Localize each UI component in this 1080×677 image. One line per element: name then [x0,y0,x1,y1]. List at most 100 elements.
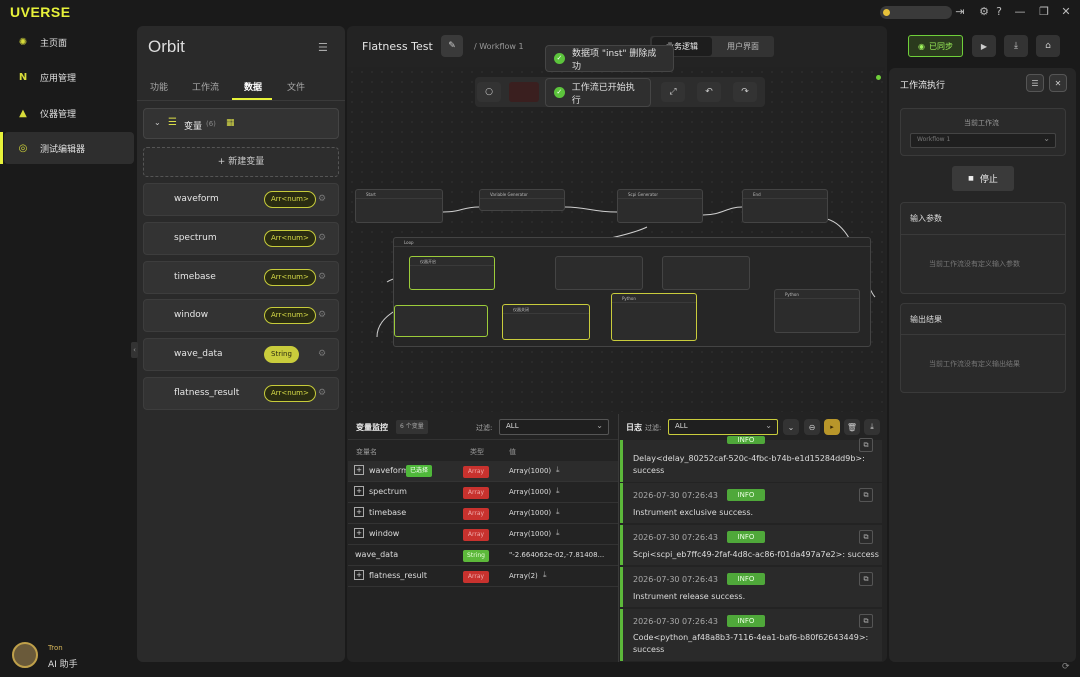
variable-item[interactable]: flatness_result Arr<num> ⚙ [143,377,339,410]
type-badge: Arr<num> [264,385,316,402]
collapse-logs-button[interactable]: ⊖ [804,419,820,435]
variable-item[interactable]: timebase Arr<num> ⚙ [143,261,339,294]
gear-icon[interactable]: ⚙ [318,388,326,398]
variable-item[interactable]: wave_data String ⚙ [143,338,339,371]
expand-row-icon[interactable]: + [354,465,364,475]
variable-group-header[interactable]: ⌄ ☰ 变量 (6) ▦ [143,108,339,139]
gear-icon[interactable]: ⚙ [318,272,326,282]
expand-row-icon[interactable]: + [354,507,364,517]
nav-item-apps[interactable]: N 应用管理 [4,61,134,93]
delay-node[interactable] [394,305,488,337]
tab-workflow[interactable]: 工作流 [192,80,219,93]
variable-item[interactable]: spectrum Arr<num> ⚙ [143,222,339,255]
assistant-label: AI 助手 [48,660,78,670]
nav-item-test-editor[interactable]: ◎ 测试编辑器 [0,132,134,164]
current-workflow-label: 当前工作流 [964,119,999,127]
new-variable-button[interactable]: + 新建变量 [143,147,339,177]
start-node[interactable]: Start [355,189,443,223]
instrument-close-node[interactable]: 仪器关闭 [502,304,590,340]
variable-item[interactable]: window Arr<num> ⚙ [143,299,339,332]
scpi-generator-node[interactable]: Scpi Generator [617,189,703,223]
python-node-inner[interactable]: Python [611,293,697,341]
log-filter-select[interactable]: ALL ⌄ [668,419,778,435]
download-icon[interactable]: ⤓ [543,570,547,580]
clear-logs-button[interactable]: 🗑 [844,419,860,435]
collapse-sidebar-icon[interactable]: ☰ [318,41,328,54]
tab-data[interactable]: 数据 [244,80,262,93]
monitor-filter-select[interactable]: ALL ⌄ [499,419,609,435]
apps-icon: N [18,71,28,83]
export-button[interactable]: ⤓ [1004,35,1028,57]
nav-item-instruments[interactable]: ▲ 仪器管理 [4,97,134,129]
variable-item[interactable]: waveform Arr<num> ⚙ [143,183,339,216]
export-logs-button[interactable]: ⤓ [864,419,880,435]
assistant-name: Tron [48,644,63,652]
copy-icon[interactable]: ⧉ [859,438,873,452]
run-button[interactable]: ▶ [972,35,996,57]
minimize-icon[interactable]: — [1012,4,1028,20]
copy-icon[interactable]: ⧉ [859,530,873,544]
tab-user-interface[interactable]: 用户界面 [714,37,772,56]
copy-icon[interactable]: ⧉ [859,572,873,586]
panel-icon: ☰ [1031,78,1039,88]
node-title: Scpi Generator [618,190,702,199]
tab-functions[interactable]: 功能 [150,80,168,93]
download-icon[interactable]: ⤓ [556,507,560,517]
spectrum-node[interactable] [555,256,643,290]
copy-icon[interactable]: ⧉ [859,488,873,502]
maximize-icon[interactable]: ❐ [1036,4,1052,20]
type-badge: Arr<num> [264,269,316,286]
settings-icon[interactable]: ⚙ [976,4,992,20]
follow-logs-button[interactable]: ▸ [824,419,840,435]
logout-icon[interactable]: ⇥ [952,4,968,20]
gear-icon[interactable]: ⚙ [318,194,326,204]
gear-icon[interactable]: ⚙ [318,349,326,359]
close-panel-button[interactable]: ✕ [1049,74,1067,92]
expand-row-icon[interactable]: + [354,486,364,496]
table-icon[interactable]: ▦ [226,118,235,128]
toast-text: 数据项 "inst" 删除成功 [571,48,657,72]
download-icon[interactable]: ⤓ [556,465,560,475]
download-icon[interactable]: ⤓ [556,486,560,496]
chevron-down-icon: ⌄ [154,118,161,127]
refresh-icon[interactable]: ⟳ [1062,662,1070,672]
end-node[interactable]: End [742,189,828,223]
ai-assistant[interactable]: Tron AI 助手 [10,640,130,672]
help-icon[interactable]: ? [991,4,1007,20]
gear-icon[interactable]: ⚙ [318,310,326,320]
gear-icon[interactable]: ⚙ [318,233,326,243]
dock-panel-button[interactable]: ☰ [1026,74,1044,92]
chevron-down-icon: ⌄ [787,422,795,432]
variable-generator-node[interactable]: Variable Generator [479,189,565,211]
copy-icon[interactable]: ⧉ [859,614,873,628]
expand-row-icon[interactable]: + [354,528,364,538]
spectrum-analyzer-node[interactable] [662,256,750,290]
filter-value: ALL [506,422,519,430]
log-time: 2026-07-30 07:26:43 [633,533,718,542]
editor-icon: ◎ [18,142,28,154]
expand-logs-button[interactable]: ⌄ [783,419,799,435]
close-icon: ✕ [1054,78,1062,88]
chevron-down-icon: ⌄ [765,421,772,430]
edit-title-button[interactable]: ✎ [441,35,463,57]
close-window-icon[interactable]: ✕ [1058,4,1074,20]
workflow-title: Flatness Test [362,40,433,53]
stop-button[interactable]: ■ 停止 [952,166,1014,191]
level-badge: INFO [727,489,765,501]
instrument-open-node[interactable]: 仪器开启 [409,256,495,290]
tab-files[interactable]: 文件 [287,80,305,93]
workflow-canvas[interactable]: ○ ⤢ ↶ ↷ Start Variable Generator Scpi Ge… [347,67,885,412]
user-account[interactable] [880,6,952,19]
sync-status-button[interactable]: ◉ 已同步 [908,35,963,57]
play-icon: ▶ [980,41,988,51]
current-workflow-select[interactable]: Workflow 1 ⌄ [910,133,1056,148]
sidebar-collapse-handle[interactable]: ‹ [131,342,138,358]
nav-item-home[interactable]: ✺ 主页面 [4,26,134,58]
node-title: Variable Generator [480,190,564,199]
tabs-divider [137,100,345,101]
type-badge: Array [463,529,489,541]
python-node[interactable]: Python [774,289,860,333]
expand-row-icon[interactable]: + [354,570,364,580]
home-button[interactable]: ⌂ [1036,35,1060,57]
download-icon[interactable]: ⤓ [556,528,560,538]
